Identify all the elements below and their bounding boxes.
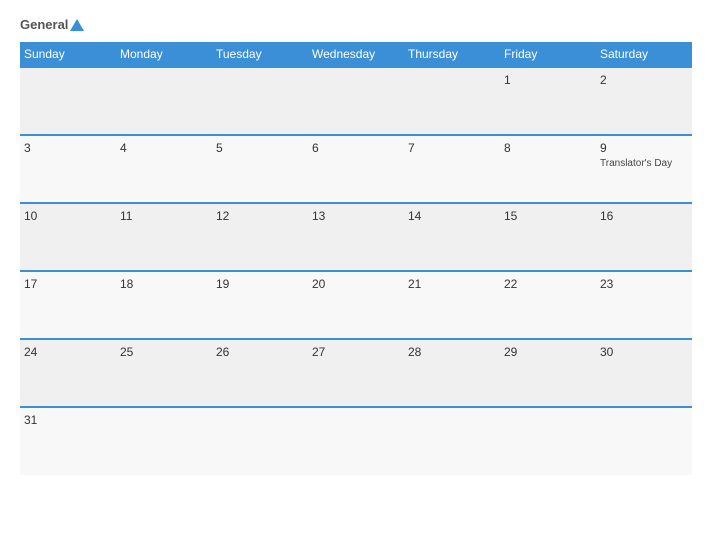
weekday-header-saturday: Saturday [596,42,692,67]
day-number: 18 [120,277,208,291]
day-number: 19 [216,277,304,291]
day-number: 21 [408,277,496,291]
day-number: 12 [216,209,304,223]
weekday-header-wednesday: Wednesday [308,42,404,67]
calendar-cell: 28 [404,339,500,407]
calendar-cell: 19 [212,271,308,339]
calendar-cell: 21 [404,271,500,339]
day-number: 10 [24,209,112,223]
calendar-week-4: 17 18 19 20 21 22 23 [20,271,692,339]
calendar-cell [404,67,500,135]
calendar-cell: 6 [308,135,404,203]
calendar-cell: 16 [596,203,692,271]
calendar-cell: 9 Translator's Day [596,135,692,203]
day-number: 4 [120,141,208,155]
header: General [20,18,692,32]
calendar-cell [308,407,404,475]
weekday-header-friday: Friday [500,42,596,67]
weekday-header-sunday: Sunday [20,42,116,67]
day-number: 9 [600,141,688,155]
calendar-table: SundayMondayTuesdayWednesdayThursdayFrid… [20,42,692,475]
day-number: 7 [408,141,496,155]
day-number: 29 [504,345,592,359]
calendar-cell: 2 [596,67,692,135]
day-number: 20 [312,277,400,291]
calendar-cell: 30 [596,339,692,407]
calendar-cell: 17 [20,271,116,339]
calendar-cell: 5 [212,135,308,203]
day-number: 31 [24,413,112,427]
day-number: 13 [312,209,400,223]
calendar-week-2: 3456789 Translator's Day [20,135,692,203]
calendar-cell: 12 [212,203,308,271]
logo-triangle-icon [70,19,84,31]
weekday-header-monday: Monday [116,42,212,67]
calendar-cell: 31 [20,407,116,475]
calendar-cell: 24 [20,339,116,407]
day-number: 25 [120,345,208,359]
weekday-header-row: SundayMondayTuesdayWednesdayThursdayFrid… [20,42,692,67]
day-number: 22 [504,277,592,291]
calendar-cell: 23 [596,271,692,339]
logo: General [20,18,84,32]
day-number: 17 [24,277,112,291]
calendar-cell: 8 [500,135,596,203]
day-number: 2 [600,73,688,87]
calendar-week-1: 12 [20,67,692,135]
calendar-cell [404,407,500,475]
day-number: 5 [216,141,304,155]
weekday-header-thursday: Thursday [404,42,500,67]
day-number: 11 [120,209,208,223]
day-number: 23 [600,277,688,291]
calendar-cell [308,67,404,135]
day-number: 8 [504,141,592,155]
calendar-cell: 22 [500,271,596,339]
day-number: 14 [408,209,496,223]
calendar-cell: 4 [116,135,212,203]
calendar-cell: 14 [404,203,500,271]
day-number: 15 [504,209,592,223]
logo-general-text: General [20,18,84,32]
calendar-cell: 29 [500,339,596,407]
weekday-header-tuesday: Tuesday [212,42,308,67]
day-number: 6 [312,141,400,155]
calendar-cell [596,407,692,475]
calendar-cell: 11 [116,203,212,271]
day-number: 3 [24,141,112,155]
calendar-cell: 10 [20,203,116,271]
calendar-cell: 18 [116,271,212,339]
day-number: 24 [24,345,112,359]
calendar-cell: 15 [500,203,596,271]
day-number: 26 [216,345,304,359]
calendar-cell: 27 [308,339,404,407]
calendar-cell [116,67,212,135]
day-number: 30 [600,345,688,359]
calendar-cell [212,67,308,135]
day-number: 28 [408,345,496,359]
calendar-cell: 3 [20,135,116,203]
day-number: 1 [504,73,592,87]
calendar-cell: 7 [404,135,500,203]
day-number: 16 [600,209,688,223]
calendar-cell: 20 [308,271,404,339]
calendar-week-6: 31 [20,407,692,475]
calendar-cell: 13 [308,203,404,271]
page: General SundayMondayTuesdayWednesdayThur… [0,0,712,550]
calendar-cell [212,407,308,475]
holiday-label: Translator's Day [600,158,688,170]
calendar-cell: 25 [116,339,212,407]
calendar-cell: 1 [500,67,596,135]
calendar-cell [20,67,116,135]
calendar-week-3: 10 11 12 13 14 15 16 [20,203,692,271]
calendar-cell: 26 [212,339,308,407]
calendar-cell [116,407,212,475]
calendar-week-5: 24 25 26 27 28 29 30 [20,339,692,407]
day-number: 27 [312,345,400,359]
calendar-cell [500,407,596,475]
